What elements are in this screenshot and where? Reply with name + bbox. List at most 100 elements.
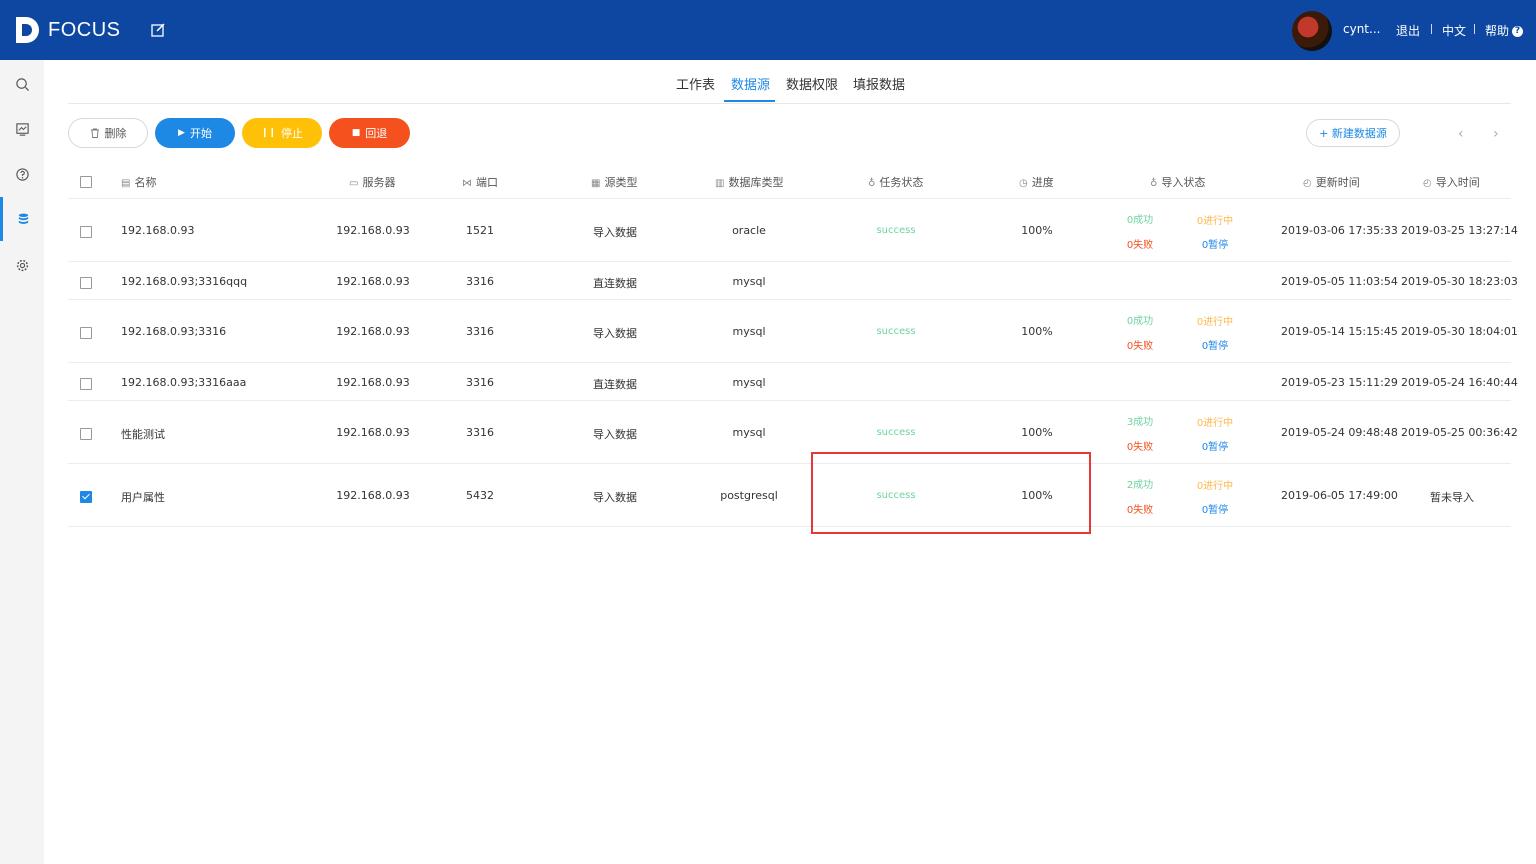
delete-label: 删除 bbox=[104, 127, 127, 140]
import-success-count[interactable]: 3成功 bbox=[1110, 413, 1170, 428]
cell-import-time: 2019-05-30 18:23:03 bbox=[1401, 275, 1518, 288]
sidebar-item-search[interactable] bbox=[0, 62, 44, 106]
cell-server: 192.168.0.93 bbox=[336, 275, 410, 288]
header-divider bbox=[68, 198, 1511, 199]
cell-name[interactable]: 192.168.0.93;3316aaa bbox=[121, 376, 246, 389]
monitor-icon: ▭ bbox=[349, 178, 359, 189]
delete-button[interactable]: 删除 bbox=[68, 118, 148, 148]
import-success-count[interactable]: 0成功 bbox=[1110, 312, 1170, 327]
row-checkbox[interactable] bbox=[80, 378, 92, 390]
import-running-count[interactable]: 0进行中 bbox=[1185, 313, 1245, 328]
column-header-update-time[interactable]: ◴ 更新时间 bbox=[1303, 174, 1360, 190]
column-header-name[interactable]: ▤ 名称 bbox=[121, 174, 156, 190]
clock-icon: ◴ bbox=[1303, 178, 1312, 189]
column-header-db-type[interactable]: ▥ 数据库类型 bbox=[715, 174, 783, 190]
cell-name[interactable]: 性能测试 bbox=[121, 426, 165, 442]
help-circle-icon: ? bbox=[1512, 26, 1524, 37]
cell-name[interactable]: 192.168.0.93;3316qqq bbox=[121, 275, 247, 288]
cell-import-time: 暂未导入 bbox=[1430, 491, 1474, 504]
prev-page-chevron-icon[interactable]: ‹ bbox=[1458, 126, 1464, 142]
logo[interactable]: FOCUS bbox=[14, 15, 121, 45]
column-header-progress[interactable]: ◷ 进度 bbox=[1019, 174, 1054, 190]
stop-button[interactable]: ❙❙ 停止 bbox=[242, 118, 322, 148]
cell-name[interactable]: 用户属性 bbox=[121, 489, 165, 505]
next-page-chevron-icon[interactable]: › bbox=[1493, 126, 1499, 142]
row-checkbox[interactable] bbox=[80, 327, 92, 339]
sidebar-item-settings[interactable] bbox=[0, 243, 44, 287]
import-paused-count[interactable]: 0暂停 bbox=[1185, 438, 1245, 453]
import-failed-count[interactable]: 0失败 bbox=[1110, 501, 1170, 516]
cell-task-status: success bbox=[876, 225, 916, 236]
sidebar-item-help[interactable] bbox=[0, 152, 44, 196]
cell-port: 3316 bbox=[466, 275, 494, 288]
bulb-icon: ♁ bbox=[868, 178, 876, 189]
play-icon: ▶ bbox=[178, 128, 185, 138]
tab-data-permissions[interactable]: 数据权限 bbox=[786, 74, 838, 102]
username[interactable]: cynt... bbox=[1343, 22, 1380, 36]
tab-fill-data[interactable]: 填报数据 bbox=[853, 74, 905, 102]
cell-import-time: 2019-05-30 18:04:01 bbox=[1401, 325, 1518, 338]
logout-link[interactable]: 退出 bbox=[1396, 22, 1420, 39]
column-header-import-time[interactable]: ◴ 导入时间 bbox=[1423, 174, 1480, 190]
square-stop-icon: ■ bbox=[351, 128, 361, 138]
tab-worksheet[interactable]: 工作表 bbox=[676, 74, 715, 102]
cell-source-type: 导入数据 bbox=[593, 226, 637, 239]
stop-label: 停止 bbox=[281, 127, 304, 140]
rollback-button[interactable]: ■ 回退 bbox=[329, 118, 410, 148]
database-icon: ▥ bbox=[715, 178, 725, 189]
cell-db-type: mysql bbox=[732, 376, 766, 389]
row-checkbox[interactable] bbox=[80, 226, 92, 238]
cell-import-time: 2019-05-25 00:36:42 bbox=[1401, 426, 1518, 439]
cell-source-type: 导入数据 bbox=[593, 428, 637, 441]
sidebar-item-dashboard[interactable] bbox=[0, 107, 44, 151]
row-checkbox[interactable] bbox=[80, 491, 92, 503]
import-paused-count[interactable]: 0暂停 bbox=[1185, 337, 1245, 352]
import-failed-count[interactable]: 0失败 bbox=[1110, 438, 1170, 453]
cell-name[interactable]: 192.168.0.93;3316 bbox=[121, 325, 226, 338]
tab-datasource[interactable]: 数据源 bbox=[731, 74, 770, 102]
cell-port: 3316 bbox=[466, 426, 494, 439]
cell-source-type: 直连数据 bbox=[593, 277, 637, 290]
select-all-checkbox[interactable] bbox=[80, 176, 92, 188]
cell-task-status: success bbox=[876, 427, 916, 438]
help-label: 帮助 bbox=[1485, 24, 1510, 38]
new-datasource-button[interactable]: + 新建数据源 bbox=[1306, 119, 1400, 147]
cell-server: 192.168.0.93 bbox=[336, 426, 410, 439]
cell-update-time: 2019-06-05 17:49:00 bbox=[1281, 489, 1398, 502]
column-header-import-status[interactable]: ♁ 导入状态 bbox=[1150, 174, 1205, 190]
avatar[interactable] bbox=[1292, 11, 1332, 51]
import-running-count[interactable]: 0进行中 bbox=[1185, 212, 1245, 227]
start-button[interactable]: ▶ 开始 bbox=[155, 118, 235, 148]
row-divider bbox=[68, 526, 1511, 527]
row-divider bbox=[68, 463, 1511, 464]
help-icon bbox=[15, 167, 29, 181]
row-checkbox[interactable] bbox=[80, 428, 92, 440]
grid-icon: ▦ bbox=[591, 178, 601, 189]
import-success-count[interactable]: 2成功 bbox=[1110, 476, 1170, 491]
cell-name[interactable]: 192.168.0.93 bbox=[121, 224, 194, 237]
import-running-count[interactable]: 0进行中 bbox=[1185, 477, 1245, 492]
help-link[interactable]: 帮助? bbox=[1485, 22, 1524, 39]
import-paused-count[interactable]: 0暂停 bbox=[1185, 236, 1245, 251]
top-bar: FOCUS cynt... 退出 中文 帮助? bbox=[0, 0, 1536, 60]
cell-task-status: success bbox=[876, 326, 916, 337]
cell-server: 192.168.0.93 bbox=[336, 224, 410, 237]
sidebar-item-datasource[interactable] bbox=[0, 197, 44, 241]
column-header-port[interactable]: ⋈ 端口 bbox=[462, 174, 498, 190]
column-header-task-status[interactable]: ♁ 任务状态 bbox=[868, 174, 923, 190]
edit-icon[interactable] bbox=[150, 22, 166, 38]
column-header-server[interactable]: ▭ 服务器 bbox=[349, 174, 395, 190]
import-success-count[interactable]: 0成功 bbox=[1110, 211, 1170, 226]
cell-port: 1521 bbox=[466, 224, 494, 237]
import-failed-count[interactable]: 0失败 bbox=[1110, 236, 1170, 251]
cell-import-time: 2019-03-25 13:27:14 bbox=[1401, 224, 1518, 237]
cell-update-time: 2019-05-05 11:03:54 bbox=[1281, 275, 1398, 288]
active-tab-indicator bbox=[724, 100, 775, 102]
import-running-count[interactable]: 0进行中 bbox=[1185, 414, 1245, 429]
cell-db-type: mysql bbox=[732, 325, 766, 338]
row-checkbox[interactable] bbox=[80, 277, 92, 289]
column-header-source-type[interactable]: ▦ 源类型 bbox=[591, 174, 637, 190]
language-switch[interactable]: 中文 bbox=[1442, 22, 1466, 39]
import-paused-count[interactable]: 0暂停 bbox=[1185, 501, 1245, 516]
import-failed-count[interactable]: 0失败 bbox=[1110, 337, 1170, 352]
